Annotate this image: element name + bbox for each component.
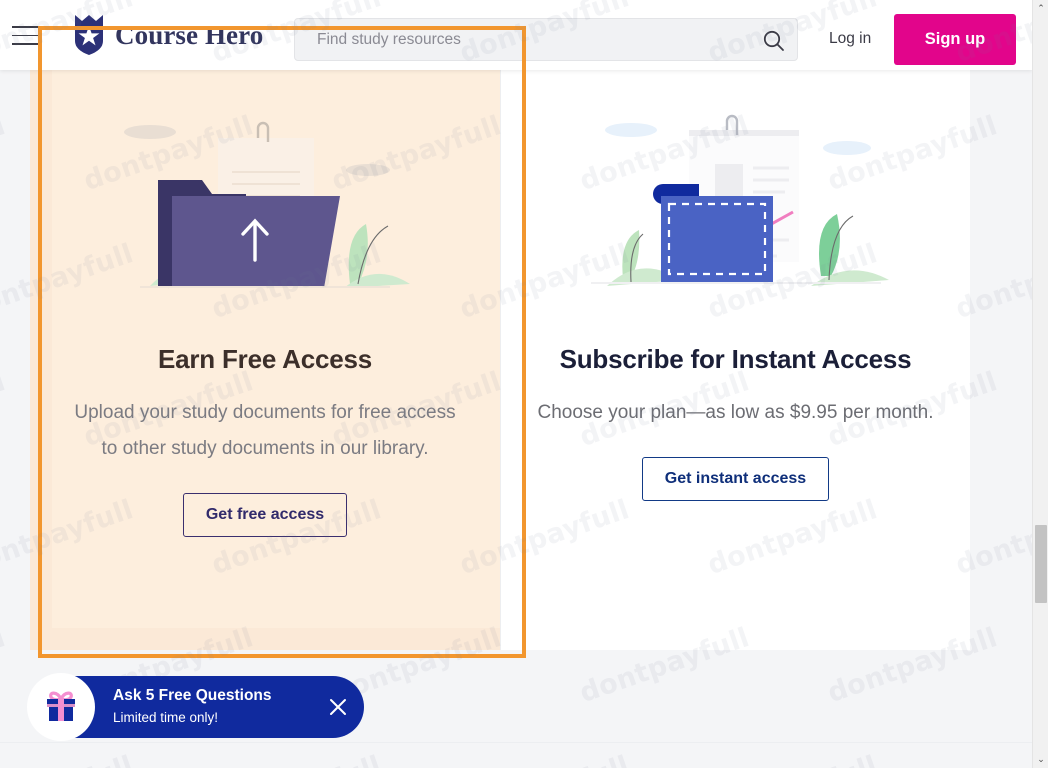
signup-button[interactable]: Sign up [894, 14, 1016, 65]
card-description: Upload your study documents for free acc… [74, 402, 456, 459]
folder-upload-illustration [124, 121, 410, 289]
wallet-document-illustration [590, 114, 889, 286]
card-description: Choose your plan—as low as $9.95 per mon… [537, 402, 934, 423]
gift-box-icon [47, 691, 75, 721]
hamburger-menu-icon[interactable] [12, 26, 38, 45]
toast-badge [27, 673, 95, 741]
scroll-up-arrow-icon[interactable]: ⌃ [1033, 0, 1048, 17]
brand-name: Course Hero [115, 19, 264, 50]
get-instant-access-button[interactable]: Get instant access [641, 457, 830, 501]
toast-title: Ask 5 Free Questions [113, 687, 272, 704]
get-free-access-button[interactable]: Get free access [182, 493, 348, 537]
page-root: Earn Free Access Upload your study docum… [0, 0, 1048, 768]
browser-viewport: Earn Free Access Upload your study docum… [0, 0, 1032, 768]
free-questions-toast[interactable]: Ask 5 Free Questions Limited time only! [27, 673, 364, 741]
search-icon[interactable] [761, 28, 787, 54]
toast-subtitle: Limited time only! [113, 710, 219, 725]
footer-strip [0, 742, 1032, 768]
site-header: Course Hero Log in Sign up [0, 0, 1032, 70]
card-subscribe-instant-access[interactable]: Subscribe for Instant Access Choose your… [500, 70, 970, 650]
course-hero-shield-logo-icon [75, 15, 103, 55]
search-input[interactable] [317, 30, 757, 49]
promo-cards-row: Earn Free Access Upload your study docum… [30, 70, 970, 650]
scroll-down-arrow-icon[interactable]: ⌄ [1033, 751, 1048, 768]
main-content: Earn Free Access Upload your study docum… [30, 70, 970, 650]
card-earn-free-access[interactable]: Earn Free Access Upload your study docum… [30, 70, 500, 650]
login-link[interactable]: Log in [829, 30, 871, 48]
close-icon[interactable] [326, 695, 350, 719]
search-bar[interactable] [294, 18, 798, 61]
scrollbar-thumb[interactable] [1035, 525, 1047, 603]
vertical-scrollbar[interactable]: ⌃ ⌄ [1032, 0, 1048, 768]
card-title: Earn Free Access [157, 344, 373, 374]
card-title: Subscribe for Instant Access [559, 344, 912, 374]
brand-logo[interactable]: Course Hero [72, 14, 263, 56]
